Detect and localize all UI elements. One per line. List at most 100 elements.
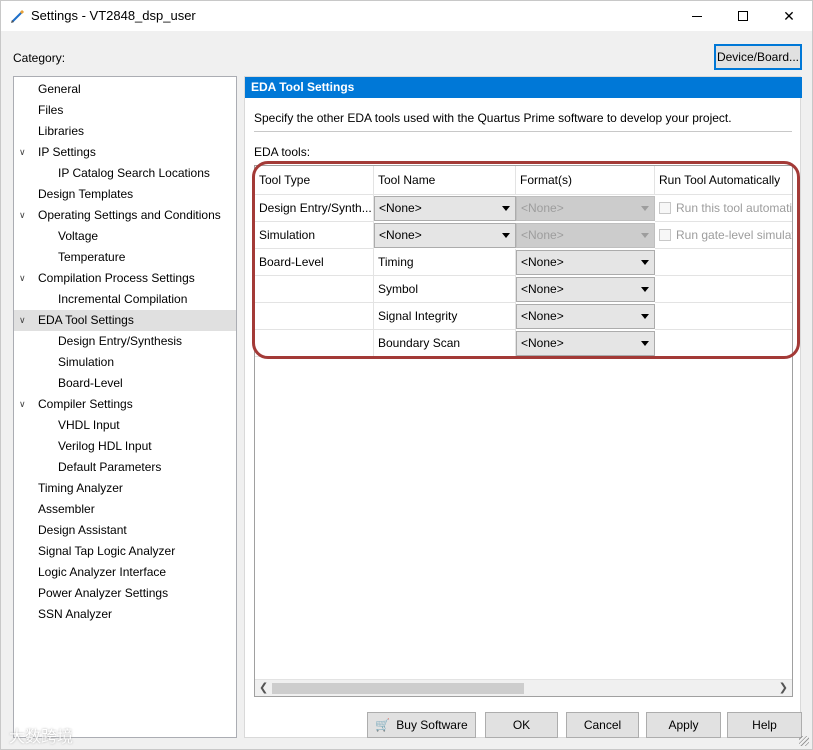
maximize-icon [738, 11, 748, 21]
checkbox-icon [659, 202, 671, 214]
resize-grip-icon[interactable] [799, 736, 809, 746]
ok-button[interactable]: OK [485, 712, 558, 738]
run-tool-checkbox[interactable]: Run this tool automatically [657, 195, 793, 222]
chevron-down-icon[interactable]: ∨ [19, 394, 26, 415]
tree-item-label: Board-Level [58, 376, 123, 390]
column-header[interactable]: Run Tool Automatically [655, 166, 792, 195]
dropdown-value: <None> [521, 336, 564, 350]
tree-item[interactable]: Logic Analyzer Interface [14, 562, 236, 583]
tool-type-cell: Simulation [255, 222, 374, 249]
tree-item-label: Voltage [58, 229, 99, 243]
run-tool-cell [655, 276, 792, 303]
tree-item[interactable]: Design Assistant [14, 520, 236, 541]
device-board-button[interactable]: Device/Board... [714, 44, 802, 70]
column-header[interactable]: Tool Type [255, 166, 374, 195]
tree-item-label: Simulation [58, 355, 115, 369]
dropdown-arrow-icon [641, 206, 649, 211]
divider [254, 131, 792, 132]
tree-item[interactable]: Incremental Compilation [14, 289, 236, 310]
checkbox-label: Run this tool automatically [676, 201, 793, 215]
tree-item[interactable]: Verilog HDL Input [14, 436, 236, 457]
run-tool-checkbox[interactable]: Run gate-level simulation [657, 222, 792, 249]
tree-item[interactable]: SSN Analyzer [14, 604, 236, 625]
tree-item-label: IP Settings [38, 145, 96, 159]
chevron-down-icon[interactable]: ∨ [19, 142, 26, 163]
tree-item[interactable]: Simulation [14, 352, 236, 373]
tree-item[interactable]: Assembler [14, 499, 236, 520]
minimize-button[interactable] [674, 1, 720, 31]
tree-item-label: VHDL Input [58, 418, 120, 432]
tree-item[interactable]: ∨ IP Settings [14, 142, 236, 163]
tree-item[interactable]: ∨ EDA Tool Settings [14, 310, 236, 331]
panel-description: Specify the other EDA tools used with th… [254, 111, 732, 125]
tree-item-label: IP Catalog Search Locations [58, 166, 210, 180]
tree-item[interactable]: General [14, 79, 236, 100]
column-header[interactable]: Tool Name [374, 166, 516, 195]
dropdown-arrow-icon [502, 233, 510, 238]
tool-type-cell [255, 330, 374, 357]
tree-item[interactable]: Design Entry/Synthesis [14, 331, 236, 352]
cancel-button[interactable]: Cancel [566, 712, 639, 738]
tree-item-label: Signal Tap Logic Analyzer [38, 544, 176, 558]
tree-item[interactable]: Files [14, 100, 236, 121]
tree-item[interactable]: Libraries [14, 121, 236, 142]
tree-item-label: Compiler Settings [38, 397, 133, 411]
tree-item[interactable]: Temperature [14, 247, 236, 268]
tree-item[interactable]: VHDL Input [14, 415, 236, 436]
dropdown-arrow-icon [641, 287, 649, 292]
tree-item[interactable]: IP Catalog Search Locations [14, 163, 236, 184]
chevron-down-icon[interactable]: ∨ [19, 310, 26, 331]
dropdown-arrow-icon [641, 233, 649, 238]
tree-item[interactable]: Power Analyzer Settings [14, 583, 236, 604]
tree-item[interactable]: Voltage [14, 226, 236, 247]
tree-item[interactable]: ∨ Operating Settings and Conditions [14, 205, 236, 226]
tree-item-label: Design Assistant [38, 523, 127, 537]
tool-name-cell: Signal Integrity [374, 303, 516, 330]
tree-item-label: General [38, 82, 81, 96]
scroll-right-icon[interactable]: ❯ [779, 681, 788, 694]
tree-item-label: Design Entry/Synthesis [58, 334, 183, 348]
tool-name-dropdown[interactable]: <None> [374, 196, 516, 221]
run-tool-cell [655, 249, 792, 276]
format-dropdown[interactable]: <None> [516, 304, 655, 329]
minimize-icon [692, 15, 702, 17]
tool-name-dropdown[interactable]: <None> [374, 223, 516, 248]
maximize-button[interactable] [720, 1, 766, 31]
chevron-down-icon[interactable]: ∨ [19, 205, 26, 226]
close-button[interactable]: ✕ [766, 1, 812, 31]
dropdown-value: <None> [521, 201, 564, 215]
tree-item[interactable]: ∨ Compilation Process Settings [14, 268, 236, 289]
tree-item[interactable]: Design Templates [14, 184, 236, 205]
scrollbar-thumb[interactable] [272, 683, 524, 694]
category-tree[interactable]: General Files Libraries ∨ IP Settings IP Cata… [13, 76, 237, 738]
settings-window: Settings - VT2848_dsp_user ✕ Category: D… [0, 0, 813, 750]
apply-button[interactable]: Apply [646, 712, 721, 738]
buy-software-label: Buy Software [396, 718, 468, 732]
column-header[interactable]: Format(s) [516, 166, 655, 195]
eda-tools-table: ❮ ❯ Tool Type Tool Name Format(s) Run Tool … [254, 165, 793, 697]
tree-item[interactable]: Timing Analyzer [14, 478, 236, 499]
run-tool-cell [655, 303, 792, 330]
buy-software-button[interactable]: 🛒 Buy Software [367, 712, 476, 738]
format-dropdown[interactable]: <None> [516, 277, 655, 302]
dropdown-arrow-icon [641, 260, 649, 265]
watermark: 大数跨境 [9, 729, 74, 746]
tree-item[interactable]: Board-Level [14, 373, 236, 394]
chevron-down-icon[interactable]: ∨ [19, 268, 26, 289]
format-dropdown[interactable]: <None> [516, 250, 655, 275]
close-icon: ✕ [783, 7, 795, 24]
format-dropdown[interactable]: <None> [516, 331, 655, 356]
help-button[interactable]: Help [727, 712, 802, 738]
eda-tool-settings-panel: EDA Tool Settings Specify the other EDA … [244, 76, 802, 738]
tree-item-label: Default Parameters [58, 460, 162, 474]
tree-item-label: EDA Tool Settings [38, 313, 134, 327]
run-tool-cell [655, 330, 792, 357]
title-bar[interactable]: Settings - VT2848_dsp_user ✕ [1, 1, 812, 31]
dropdown-value: <None> [521, 309, 564, 323]
scroll-left-icon[interactable]: ❮ [259, 681, 268, 694]
horizontal-scrollbar[interactable]: ❮ ❯ [255, 679, 792, 696]
tree-item[interactable]: Default Parameters [14, 457, 236, 478]
tree-item[interactable]: Signal Tap Logic Analyzer [14, 541, 236, 562]
tree-item[interactable]: ∨ Compiler Settings [14, 394, 236, 415]
dropdown-arrow-icon [641, 341, 649, 346]
